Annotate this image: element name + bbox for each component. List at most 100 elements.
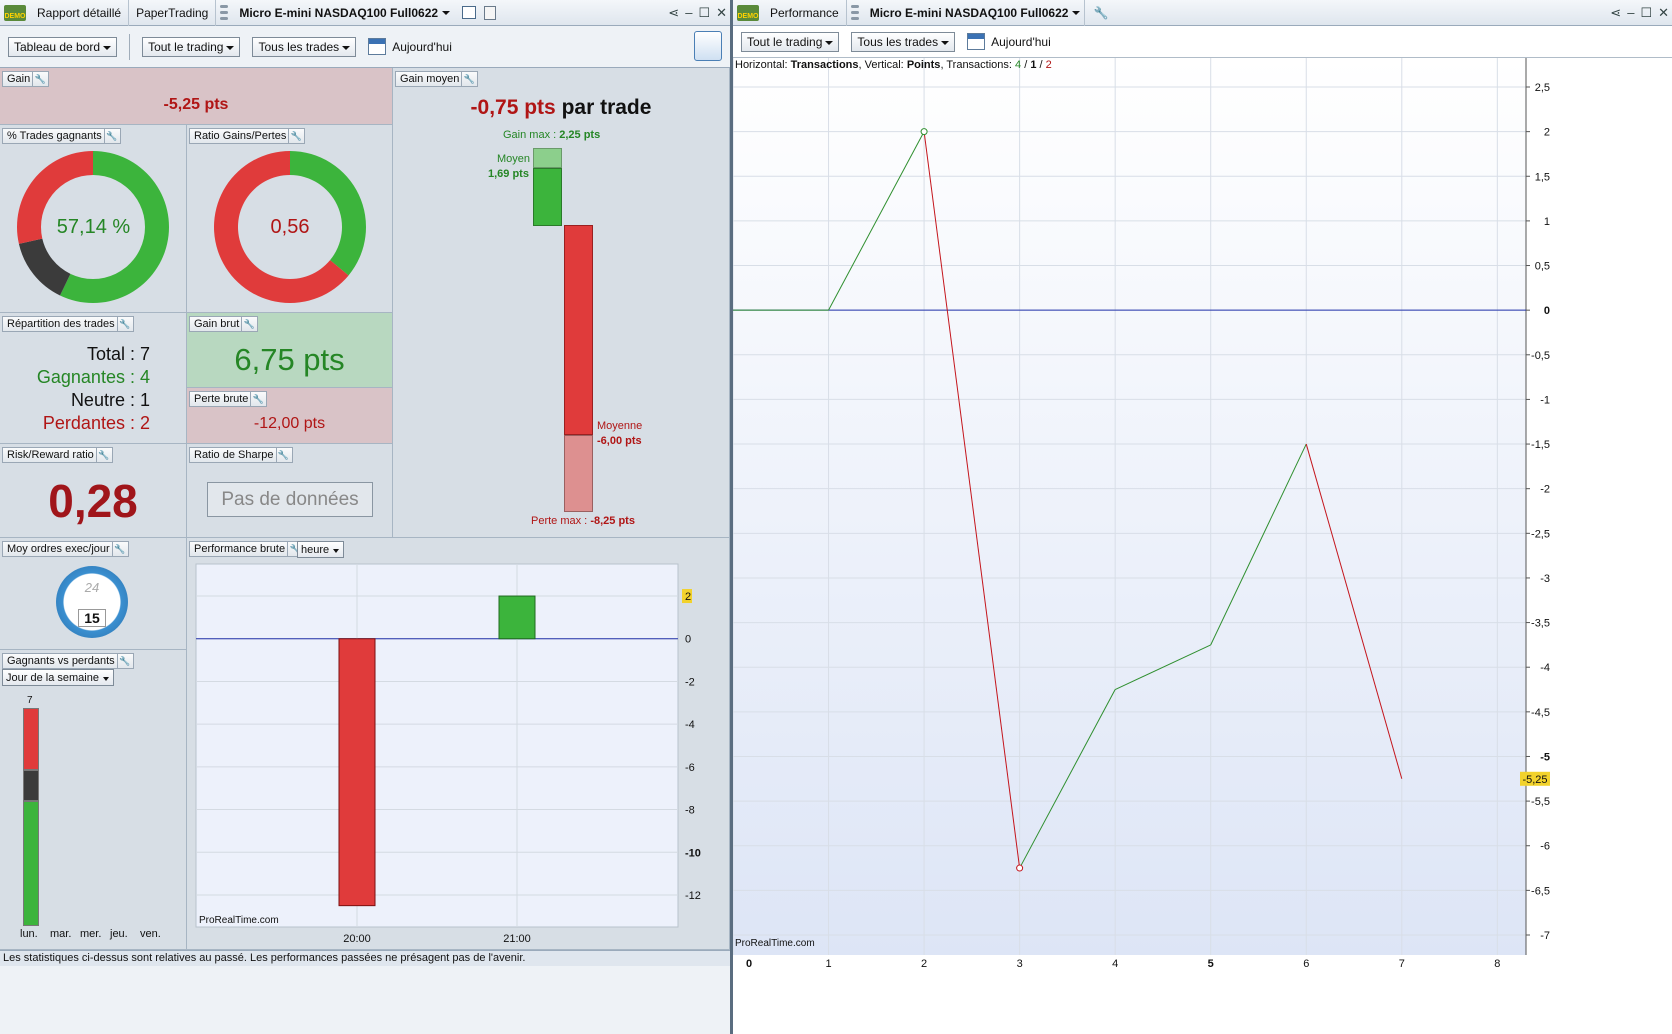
performance-watermark: ProRealTime.com <box>735 938 815 949</box>
min-point <box>1016 864 1024 872</box>
monday-stack-bar <box>23 708 39 926</box>
x-tick-label: 2 <box>921 958 927 970</box>
y-tick-label: -1 <box>1540 394 1550 406</box>
calendar-icon <box>368 38 387 55</box>
y-tick-label: -8 <box>685 805 695 817</box>
weekday-select[interactable]: Jour de la semaine <box>2 669 114 686</box>
close-icon[interactable]: ✕ <box>1658 5 1669 21</box>
bar <box>498 595 536 640</box>
y-tick-label: -7 <box>1540 930 1550 942</box>
moy-ordres-panel: Moy ordres exec/jour 24 15 <box>0 538 187 650</box>
repartition-list: Total : 7 Gagnantes : 4 Neutre : 1 Perda… <box>37 343 150 435</box>
tab-papertrading[interactable]: PaperTrading <box>129 0 217 26</box>
day-label: jeu. <box>110 928 128 940</box>
gain-brut-panel: Gain brut 6,75 pts <box>187 313 393 388</box>
period-select[interactable]: Aujourd'hui <box>368 38 452 55</box>
y-tick-label: -1,5 <box>1531 439 1550 451</box>
x-tick-label: 3 <box>1017 958 1023 970</box>
maximize-icon[interactable]: ☐ <box>1640 5 1652 21</box>
repartition-title[interactable]: Répartition des trades <box>2 316 134 332</box>
close-icon[interactable]: ✕ <box>716 5 727 21</box>
avg-loss-value: -6,00 pts <box>597 435 642 447</box>
y-tick-label: -2 <box>1540 484 1550 496</box>
winners-losers-title[interactable]: Gagnants vs perdants <box>2 653 134 669</box>
maximize-icon[interactable]: ☐ <box>698 5 710 21</box>
trading-filter-select[interactable]: Tout le trading <box>741 31 840 52</box>
day-label: ven. <box>140 928 161 940</box>
instrument-selector[interactable]: Micro E-mini NASDAQ100 Full0622 <box>232 0 454 26</box>
x-tick-label: 4 <box>1112 958 1118 970</box>
plot-area <box>195 563 679 928</box>
gain-title[interactable]: Gain <box>2 71 50 87</box>
avg-win-bar <box>533 168 562 226</box>
perte-brute-value: -12,00 pts <box>253 415 326 432</box>
win-rate-value: 57,14 % <box>56 216 131 238</box>
y-tick-label: -6 <box>1540 841 1550 853</box>
risk-reward-title[interactable]: Risk/Reward ratio <box>2 447 113 463</box>
tab-rapport-detaille[interactable]: Rapport détaillé <box>30 0 130 26</box>
instrument-selector[interactable]: Micro E-mini NASDAQ100 Full0622 <box>863 0 1086 26</box>
x-tick-label: 8 <box>1494 958 1500 970</box>
x-tick-label: 20:00 <box>343 933 371 945</box>
y-tick-label: 2 <box>685 591 691 603</box>
trades-filter-select[interactable]: Tous les trades <box>851 31 956 52</box>
y-tick-label: 0,5 <box>1535 261 1550 273</box>
view-select[interactable]: Tableau de bord <box>8 36 118 57</box>
win-rate-title[interactable]: % Trades gagnants <box>2 128 121 144</box>
y-tick-label: -5 <box>1540 751 1550 763</box>
minimize-icon[interactable]: – <box>1627 5 1634 20</box>
trades-filter-select[interactable]: Tous les trades <box>252 36 357 57</box>
max-loss-label: Perte max : -8,25 pts <box>531 515 635 527</box>
moy-ordres-title[interactable]: Moy ordres exec/jour <box>2 541 129 557</box>
perte-brute-panel: Perte brute -12,00 pts <box>187 388 393 444</box>
drag-handle-icon[interactable] <box>850 4 860 22</box>
period-select[interactable]: Aujourd'hui <box>967 33 1051 50</box>
gain-brut-value: 6,75 pts <box>234 342 345 377</box>
y-tick-label: -10 <box>685 847 701 859</box>
drag-handle-icon[interactable] <box>219 4 229 22</box>
dashboard-settings-icon[interactable] <box>694 31 722 61</box>
monday-neutral-segment <box>23 770 39 802</box>
plot-area <box>733 58 1526 955</box>
day-label: mar. <box>50 928 72 940</box>
winners-losers-max: 7 <box>27 695 33 706</box>
tab-performance[interactable]: Performance <box>763 0 847 26</box>
gain-value: -5,25 pts <box>163 96 229 113</box>
y-tick-label: -4,5 <box>1531 707 1550 719</box>
y-tick-label: 2,5 <box>1535 82 1550 94</box>
performance-chart: 2,5 2 1,5 1 0,5 0 -0,5 -1 -1,5 -2 -2,5 -3 -3,5 -4 -4,5… <box>733 58 1550 970</box>
gain-brut-title[interactable]: Gain brut <box>189 316 259 332</box>
y-tick-label: 0 <box>1544 305 1550 317</box>
gain-segment <box>290 151 366 276</box>
disclaimer-footer: Les statistiques ci-dessus sont relative… <box>0 950 730 966</box>
perte-brute-title[interactable]: Perte brute <box>189 391 268 407</box>
chart-link-icon[interactable] <box>462 6 477 19</box>
x-tick-label: 0 <box>746 958 752 970</box>
y-tick-label: 1 <box>1544 216 1550 228</box>
minimize-icon[interactable]: – <box>685 5 692 20</box>
avg-win-label: Moyen <box>497 153 531 165</box>
bar <box>338 638 376 907</box>
max-gain-label: Gain max : 2,25 pts <box>503 129 601 141</box>
share-icon[interactable]: ⋖ <box>668 5 679 21</box>
gain-moyen-headline: -0,75 pts par trade <box>470 96 652 119</box>
y-tick-label: 0 <box>685 634 691 646</box>
clock-icon: 24 15 <box>56 566 128 638</box>
repartition-panel: Répartition des trades Total : 7 Gagnant… <box>0 313 187 444</box>
risk-reward-panel: Risk/Reward ratio 0,28 <box>0 444 187 538</box>
share-icon[interactable]: ⋖ <box>1610 5 1621 21</box>
winners-losers-panel: Gagnants vs perdants Jour de la semaine … <box>0 650 187 950</box>
neutral-segment <box>18 238 71 296</box>
trading-filter-select[interactable]: Tout le trading <box>142 36 241 57</box>
perf-brute-panel: Performance brute heure 20-2-4-6-8-10-12… <box>187 538 730 950</box>
weekday-axis: lun. mar. mer. jeu. ven. <box>20 928 170 940</box>
wrench-icon[interactable]: 🔧 <box>1093 6 1108 20</box>
ratio-title[interactable]: Ratio Gains/Pertes <box>189 128 306 144</box>
neutral-row: Neutre : 1 <box>70 390 150 410</box>
gain-moyen-title[interactable]: Gain moyen <box>395 71 479 87</box>
copy-icon[interactable] <box>484 5 497 20</box>
gain-panel: Gain -5,25 pts <box>0 68 393 125</box>
sharpe-title[interactable]: Ratio de Sharpe <box>189 447 293 463</box>
performance-header: Horizontal: Transactions, Vertical: Poin… <box>735 59 1052 71</box>
calendar-icon <box>967 33 986 50</box>
